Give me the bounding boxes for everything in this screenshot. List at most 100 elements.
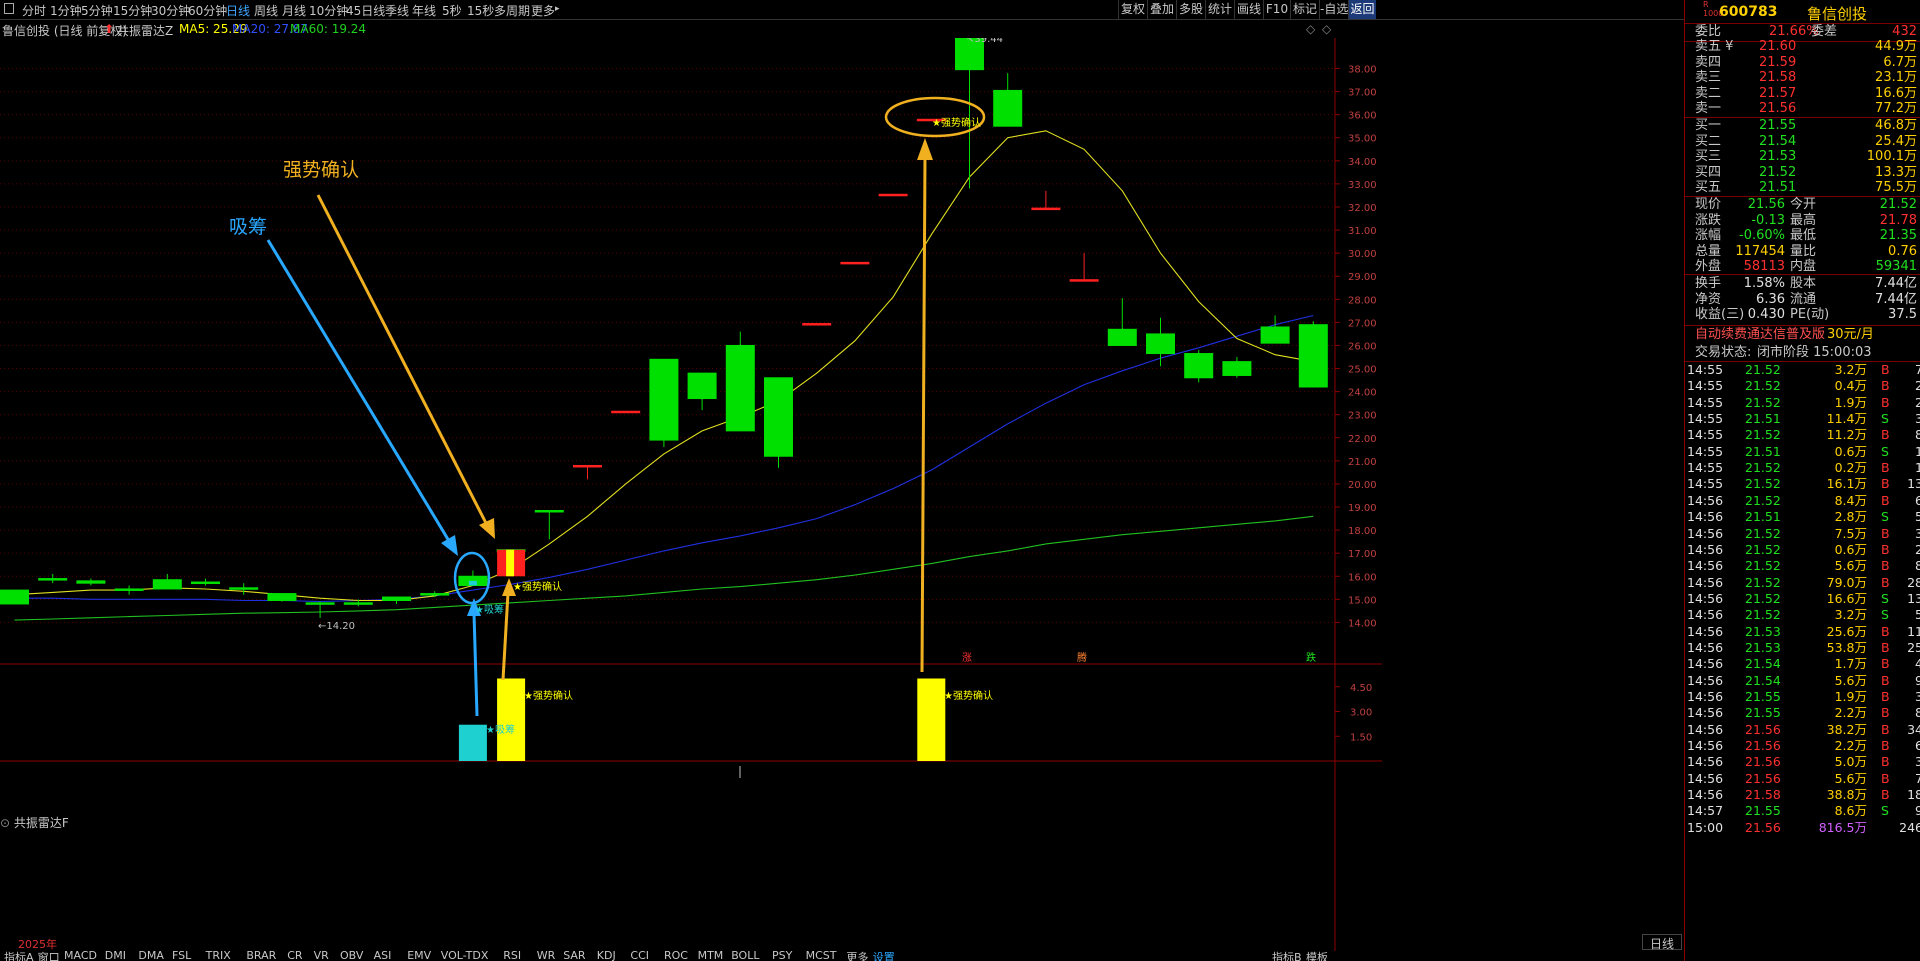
indicator-name[interactable]: 共振雷达Z	[117, 22, 173, 39]
qiangshi-arrow	[316, 194, 491, 530]
period-tab-weekly[interactable]: 周线	[254, 2, 278, 19]
indicator-tab-4[interactable]: DMA	[138, 951, 164, 961]
bid-row[interactable]: 买三 21.53 100.1万	[1685, 149, 1920, 165]
indicator-tab-25[interactable]: 设置	[873, 951, 895, 961]
stat-row[interactable]: 外盘 58113 内盘 59341	[1685, 259, 1920, 275]
tick-time: 14:55	[1687, 460, 1724, 476]
bid-label: 买二	[1695, 133, 1722, 149]
stat2-row[interactable]: 换手 1.58% 股本 7.44亿	[1685, 276, 1920, 292]
indicator-right-tab-0[interactable]: 指标B	[1272, 951, 1302, 961]
multi-stock-button[interactable]: 多股	[1176, 0, 1205, 19]
stock-code[interactable]: 600783	[1719, 4, 1777, 20]
year-label: 2025年	[18, 938, 57, 951]
tick-side: B	[1881, 476, 1890, 492]
indicator-right-tab-1[interactable]: 模板	[1306, 951, 1328, 961]
draw-line-button[interactable]: 画线	[1234, 0, 1263, 19]
tick-row: 14:55 21.52 1.9万 B 2	[1685, 395, 1920, 411]
f10-button[interactable]: F10	[1263, 0, 1290, 19]
period-tab-15min[interactable]: 15分钟	[113, 2, 152, 19]
indicator-tab-18[interactable]: CCI	[630, 951, 649, 961]
indicator-tab-15[interactable]: WR	[537, 951, 556, 961]
adjust-button[interactable]: 复权	[1118, 0, 1147, 19]
period-tab-monthly[interactable]: 月线	[282, 2, 306, 19]
ask-row[interactable]: 卖一 21.56 77.2万	[1685, 101, 1920, 117]
bid-row[interactable]: 买五 21.51 75.5万	[1685, 180, 1920, 196]
indicator-tab-13[interactable]: VOL-TDX	[441, 951, 489, 961]
period-tab-more[interactable]: 更多	[531, 2, 555, 19]
period-tab-5sec[interactable]: 5秒	[442, 2, 462, 19]
indicator-tab-1[interactable]: 窗口	[38, 951, 60, 961]
ask-row[interactable]: 卖三 21.58 23.1万	[1685, 70, 1920, 86]
period-tab-45day[interactable]: 45日线	[346, 2, 385, 19]
tick-time: 14:56	[1687, 541, 1724, 557]
stat-row[interactable]: 总量 117454 量比 0.76	[1685, 244, 1920, 260]
indicator-tab-5[interactable]: FSL	[172, 951, 191, 961]
window-menu-icon[interactable]	[4, 3, 14, 14]
period-tab-15sec[interactable]: 15秒	[467, 2, 494, 19]
promo-row[interactable]: 自动续费通达信普及版 30元/月	[1685, 325, 1920, 344]
candle-body	[0, 589, 29, 605]
stat2-row[interactable]: 净资 6.36 流通 7.44亿	[1685, 292, 1920, 308]
indicator-tab-12[interactable]: EMV	[407, 951, 431, 961]
indicator-tab-11[interactable]: ASI	[374, 951, 392, 961]
tick-price: 21.52	[1745, 607, 1781, 623]
mark-button[interactable]: 标记	[1290, 0, 1319, 19]
indicator-tab-17[interactable]: KDJ	[597, 951, 616, 961]
statistics-button[interactable]: 统计	[1205, 0, 1234, 19]
stat-row[interactable]: 涨跌 -0.13 最高 21.78	[1685, 213, 1920, 229]
indicator-tab-20[interactable]: MTM	[698, 951, 724, 961]
indicator-tab-6[interactable]: TRIX	[206, 951, 231, 961]
indicator-tab-24[interactable]: 更多	[846, 951, 868, 961]
indicator-tab-14[interactable]: RSI	[503, 951, 521, 961]
period-tab-1min[interactable]: 1分钟	[50, 2, 82, 19]
tick-price: 21.52	[1745, 492, 1781, 508]
ma60-line	[14, 515, 1314, 621]
bid-row[interactable]: 买一 21.55 46.8万	[1685, 118, 1920, 134]
diamond-icon[interactable]: ◇	[1306, 22, 1315, 36]
period-tab-yearly[interactable]: 年线	[412, 2, 436, 19]
collapse-icon[interactable]: ◇	[1322, 22, 1331, 36]
stat2-row[interactable]: 收益(三) 0.430 PE(动) 37.5	[1685, 307, 1920, 323]
period-tab-fenshi[interactable]: 分时	[22, 2, 46, 19]
overlay-button[interactable]: 叠加	[1147, 0, 1176, 19]
bid-row[interactable]: 买四 21.52 13.3万	[1685, 165, 1920, 181]
tick-count: 3	[1915, 525, 1920, 541]
indicator-tab-22[interactable]: PSY	[772, 951, 792, 961]
promo-text[interactable]: 自动续费通达信普及版	[1695, 325, 1825, 344]
period-label[interactable]: 日线	[1642, 934, 1682, 951]
ask-row[interactable]: 卖四 21.59 6.7万	[1685, 55, 1920, 71]
return-button[interactable]: 返回	[1348, 0, 1376, 19]
ask-row[interactable]: 卖五 ¥ 21.60 44.9万	[1685, 39, 1920, 55]
indicator-tab-0[interactable]: 指标A	[4, 951, 34, 961]
indicator-tab-9[interactable]: VR	[314, 951, 329, 961]
indicator-tab-3[interactable]: DMI	[105, 951, 126, 961]
indicator-tab-23[interactable]: MCST	[806, 951, 837, 961]
indicator-tab-19[interactable]: ROC	[664, 951, 688, 961]
indicator-tab-8[interactable]: CR	[287, 951, 302, 961]
indicator-tab-21[interactable]: BOLL	[731, 951, 759, 961]
tick-volume: 0.6万	[1834, 443, 1867, 459]
period-tab-daily[interactable]: 日线	[226, 2, 250, 19]
indicator-tab-16[interactable]: SAR	[563, 951, 585, 961]
period-tab-60min[interactable]: 60分钟	[188, 2, 227, 19]
period-tab-10min[interactable]: 10分钟	[309, 2, 348, 19]
kline-chart[interactable]: 38.00 37.00 36.00 35.00 34.00 33.00 32.00 31.00…	[0, 38, 1382, 951]
remove-watchlist-button[interactable]: -自选	[1319, 0, 1348, 19]
period-tab-30min[interactable]: 30分钟	[151, 2, 190, 19]
tick-price: 21.52	[1745, 541, 1781, 557]
bid-row[interactable]: 买二 21.54 25.4万	[1685, 134, 1920, 150]
indicator-tab-2[interactable]: MACD	[64, 951, 97, 961]
more-dropdown-icon[interactable]: ▸	[555, 4, 560, 14]
sub-collapse-icon[interactable]: ⊙	[0, 816, 10, 830]
stock-name[interactable]: 鲁信创投	[1807, 3, 1867, 24]
period-tab-5min[interactable]: 5分钟	[81, 2, 113, 19]
sub-panel-title[interactable]: 共振雷达F	[14, 816, 69, 830]
period-tab-quarterly[interactable]: 季线	[385, 2, 409, 19]
period-tab-multi[interactable]: 多周期	[494, 2, 530, 19]
ask-row[interactable]: 卖二 21.57 16.6万	[1685, 86, 1920, 102]
indicator-tab-7[interactable]: BRAR	[246, 951, 276, 961]
stat-row[interactable]: 涨幅 -0.60% 最低 21.35	[1685, 228, 1920, 244]
stat-row[interactable]: 现价 21.56 今开 21.52	[1685, 197, 1920, 213]
candle-body	[725, 344, 755, 432]
indicator-tab-10[interactable]: OBV	[340, 951, 363, 961]
